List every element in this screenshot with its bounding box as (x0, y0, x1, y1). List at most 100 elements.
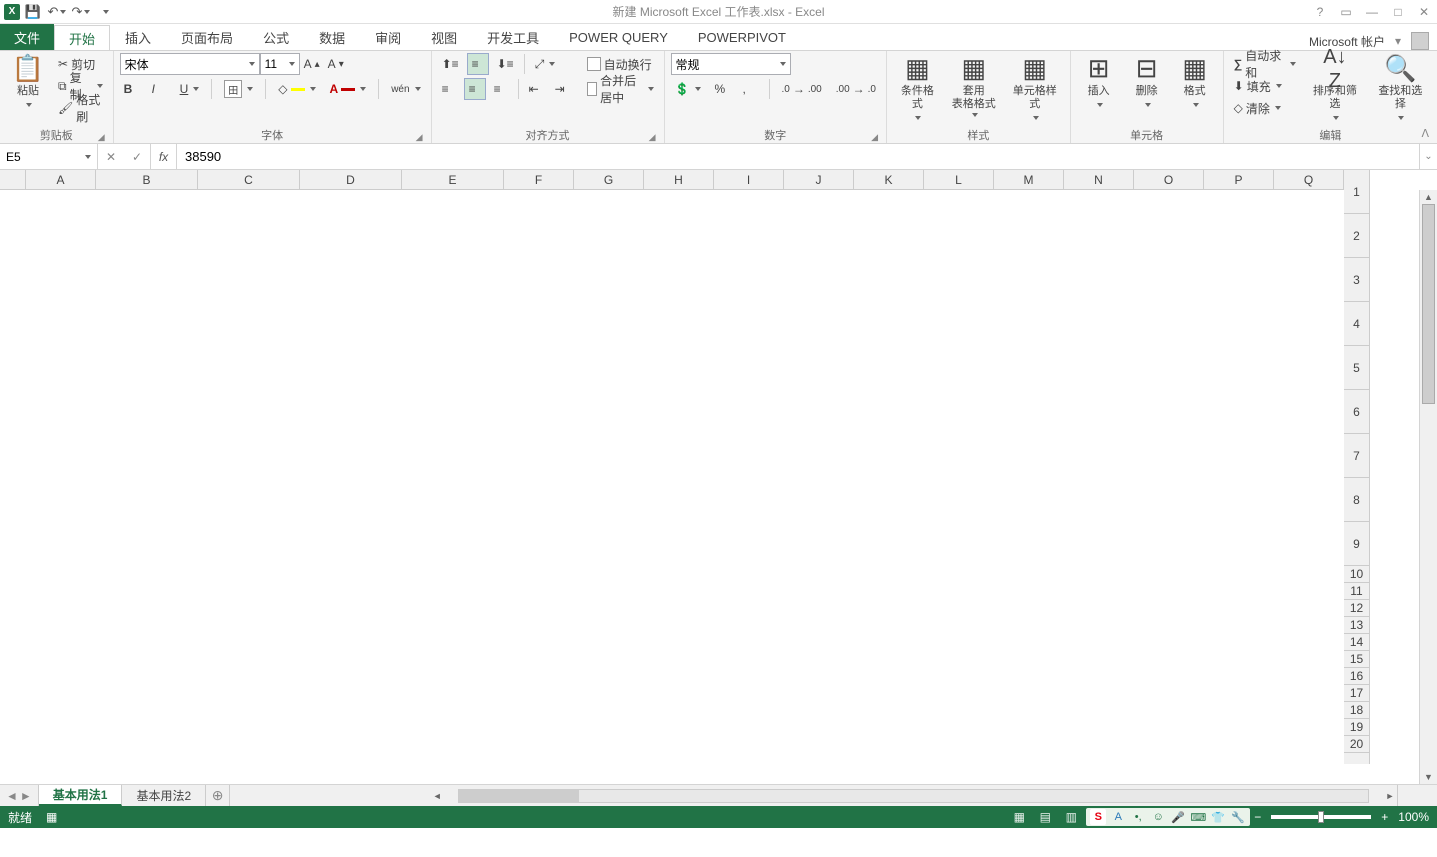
col-header-M[interactable]: M (994, 170, 1064, 189)
font-color-button[interactable]: A (326, 78, 371, 100)
find-select-button[interactable]: 🔍查找和选择 (1370, 53, 1431, 127)
row-header-8[interactable]: 8 (1344, 478, 1369, 522)
ime-mic-icon[interactable]: 🎤 (1170, 809, 1186, 825)
col-header-B[interactable]: B (96, 170, 198, 189)
zoom-slider[interactable] (1271, 815, 1371, 819)
col-header-E[interactable]: E (402, 170, 504, 189)
undo-button[interactable]: ↶ (46, 2, 68, 22)
ime-skin-icon[interactable]: 👕 (1210, 809, 1226, 825)
borders-button[interactable]: 田 (220, 78, 257, 100)
help-button[interactable]: ? (1307, 2, 1333, 22)
maximize-button[interactable]: □ (1385, 2, 1411, 22)
col-header-D[interactable]: D (300, 170, 402, 189)
qat-customize[interactable] (94, 2, 116, 22)
save-button[interactable]: 💾 (22, 2, 44, 22)
align-launcher[interactable]: ◢ (649, 132, 656, 143)
font-name-combo[interactable]: 宋体 (120, 53, 260, 75)
split-handle[interactable] (1397, 785, 1437, 806)
fill-button[interactable]: ⬇ 填充 (1230, 75, 1301, 97)
vscroll-thumb[interactable] (1422, 204, 1435, 404)
align-middle-button[interactable]: ≡ (467, 53, 489, 75)
ime-punct-icon[interactable]: •, (1130, 809, 1146, 825)
col-header-A[interactable]: A (26, 170, 96, 189)
col-header-G[interactable]: G (574, 170, 644, 189)
accounting-format-button[interactable]: 💲 (671, 78, 705, 100)
decrease-font-button[interactable]: A▾ (324, 53, 348, 75)
italic-button[interactable]: I (148, 78, 170, 100)
hscroll-track[interactable] (458, 789, 1369, 803)
percent-button[interactable]: % (711, 78, 733, 100)
increase-indent-button[interactable]: ⇥ (551, 78, 573, 100)
ribbon-display-button[interactable]: ▭ (1333, 2, 1359, 22)
row-header-14[interactable]: 14 (1344, 634, 1369, 651)
decrease-decimal-button[interactable]: .00→.0 (832, 78, 880, 100)
autosum-button[interactable]: ∑ 自动求和 (1230, 53, 1301, 75)
page-layout-view-button[interactable]: ▤ (1034, 808, 1056, 826)
name-box[interactable]: E5 (0, 144, 98, 169)
increase-font-button[interactable]: A▴ (300, 53, 324, 75)
clear-button[interactable]: ◇ 清除 (1230, 97, 1301, 119)
tab-view[interactable]: 视图 (416, 24, 472, 50)
page-break-view-button[interactable]: ▥ (1060, 808, 1082, 826)
expand-formula-bar-button[interactable]: ⌄ (1419, 144, 1437, 169)
merge-center-button[interactable]: 合并后居中 (583, 78, 658, 100)
row-header-10[interactable]: 10 (1344, 566, 1369, 583)
ime-tool-icon[interactable]: 🔧 (1230, 809, 1246, 825)
cell-styles-button[interactable]: ▦单元格样式 (1006, 53, 1064, 127)
align-left-button[interactable]: ≡ (438, 78, 460, 100)
row-header-1[interactable]: 1 (1344, 170, 1369, 214)
row-header-11[interactable]: 11 (1344, 583, 1369, 600)
col-header-C[interactable]: C (198, 170, 300, 189)
scroll-sheet-left[interactable]: ◄ (6, 789, 18, 803)
zoom-out-button[interactable]: − (1254, 810, 1261, 824)
hscroll-thumb[interactable] (459, 790, 579, 802)
tab-insert[interactable]: 插入 (110, 24, 166, 50)
font-size-combo[interactable]: 11 (260, 53, 300, 75)
row-header-12[interactable]: 12 (1344, 600, 1369, 617)
row-header-15[interactable]: 15 (1344, 651, 1369, 668)
row-header-2[interactable]: 2 (1344, 214, 1369, 258)
row-header-16[interactable]: 16 (1344, 668, 1369, 685)
paste-button[interactable]: 📋 粘贴 (6, 53, 50, 113)
formula-input[interactable]: 38590 (177, 144, 1419, 169)
zoom-in-button[interactable]: + (1381, 810, 1388, 824)
orientation-button[interactable]: ⤢ (531, 53, 560, 75)
comma-button[interactable]: , (739, 78, 761, 100)
ime-emoji-icon[interactable]: ☺ (1150, 809, 1166, 825)
align-center-button[interactable]: ≡ (464, 78, 486, 100)
tab-review[interactable]: 审阅 (360, 24, 416, 50)
row-header-17[interactable]: 17 (1344, 685, 1369, 702)
vscroll-up[interactable]: ▲ (1420, 190, 1437, 204)
avatar[interactable] (1411, 32, 1429, 50)
cancel-formula-button[interactable]: ✕ (98, 150, 124, 164)
row-header-9[interactable]: 9 (1344, 522, 1369, 566)
sheet-tab-2[interactable]: 基本用法2 (122, 785, 206, 806)
format-table-button[interactable]: ▦套用 表格格式 (946, 53, 1002, 119)
row-header-20[interactable]: 20 (1344, 736, 1369, 753)
col-header-N[interactable]: N (1064, 170, 1134, 189)
col-header-L[interactable]: L (924, 170, 994, 189)
minimize-button[interactable]: — (1359, 2, 1385, 22)
hscroll-left[interactable]: ◄ (430, 791, 444, 801)
tab-home[interactable]: 开始 (54, 25, 110, 51)
ime-keyboard-icon[interactable]: ⌨ (1190, 809, 1206, 825)
clipboard-launcher[interactable]: ◢ (98, 132, 105, 143)
fx-button[interactable]: fx (151, 144, 177, 169)
tab-page-layout[interactable]: 页面布局 (166, 24, 248, 50)
col-header-I[interactable]: I (714, 170, 784, 189)
normal-view-button[interactable]: ▦ (1008, 808, 1030, 826)
row-header-19[interactable]: 19 (1344, 719, 1369, 736)
tab-developer[interactable]: 开发工具 (472, 24, 554, 50)
align-right-button[interactable]: ≡ (490, 78, 512, 100)
ime-toolbar[interactable]: S A •, ☺ 🎤 ⌨ 👕 🔧 (1086, 808, 1250, 826)
col-header-Q[interactable]: Q (1274, 170, 1344, 189)
col-header-K[interactable]: K (854, 170, 924, 189)
conditional-format-button[interactable]: ▦条件格式 (893, 53, 942, 127)
collapse-ribbon-button[interactable]: ᐱ (1421, 127, 1429, 140)
tab-power-query[interactable]: POWER QUERY (554, 24, 683, 50)
align-bottom-button[interactable]: ⬇≡ (493, 53, 518, 75)
hscroll-right[interactable]: ► (1383, 791, 1397, 801)
row-header-5[interactable]: 5 (1344, 346, 1369, 390)
row-header-7[interactable]: 7 (1344, 434, 1369, 478)
format-cells-button[interactable]: ▦格式 (1173, 53, 1217, 113)
